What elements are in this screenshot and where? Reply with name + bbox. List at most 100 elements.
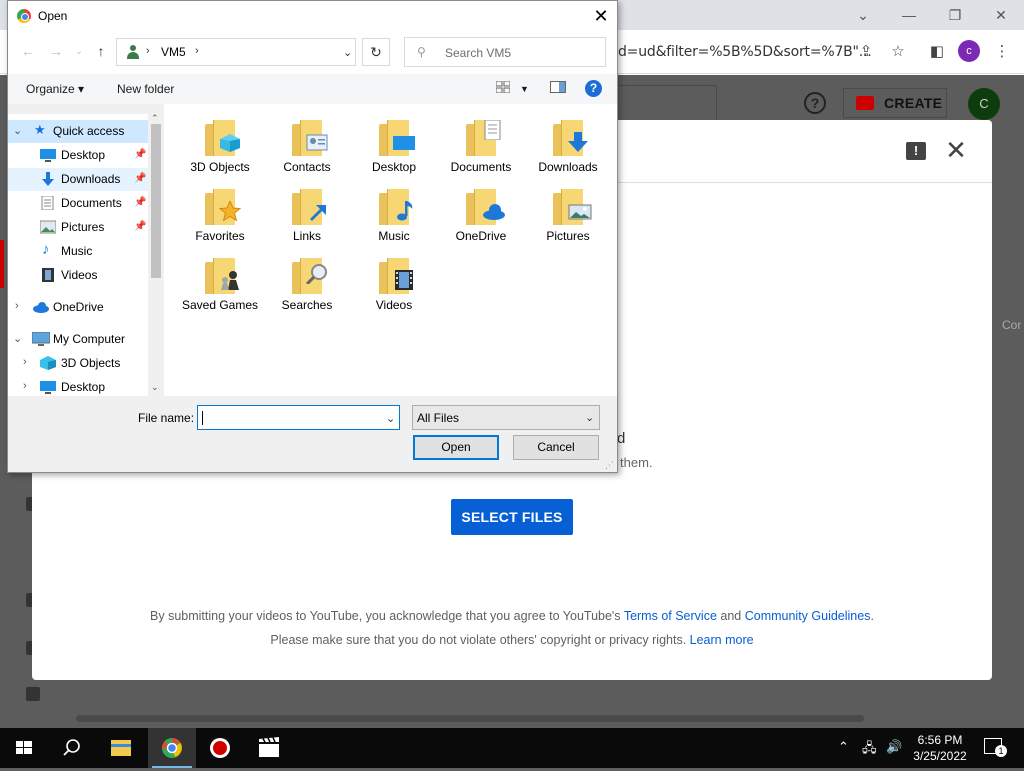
search-input[interactable]: ⚲ Search VM5 (404, 37, 606, 67)
dialog-close-icon[interactable]: ✕ (589, 5, 613, 27)
show-hidden-icons-chevron[interactable]: ⌃ (838, 739, 849, 755)
folder-item-downloads[interactable]: Downloads (526, 114, 610, 180)
profile-avatar[interactable]: c (958, 40, 980, 62)
expand-chevron-icon[interactable]: › (23, 380, 27, 392)
folder-item-music[interactable]: Music (352, 183, 436, 249)
recent-locations-chevron-icon[interactable]: ⌄ (70, 42, 88, 60)
clock-date: 3/25/2022 (913, 749, 967, 763)
learn-more-link[interactable]: Learn more (690, 633, 754, 647)
folder-item-3d-objects[interactable]: 3D Objects (178, 114, 262, 180)
breadcrumb-separator[interactable]: › (195, 45, 199, 57)
nav-item-downloads[interactable]: Downloads 📌 (8, 168, 148, 191)
cancel-button[interactable]: Cancel (513, 435, 599, 460)
search-icon (63, 739, 80, 756)
file-name-input[interactable]: ⌄ (197, 405, 400, 430)
folder-item-documents[interactable]: Documents (439, 114, 523, 180)
refresh-icon[interactable]: ↻ (362, 38, 390, 66)
view-dropdown-icon[interactable]: ▼ (520, 84, 529, 94)
folder-item-pictures[interactable]: Pictures (526, 183, 610, 249)
nav-item-label: 3D Objects (61, 356, 121, 370)
address-breadcrumb[interactable]: › VM5 › ⌄ (116, 38, 356, 66)
expand-chevron-icon[interactable]: › (23, 356, 27, 368)
nav-item-quick-access[interactable]: ⌄ ★ Quick access (8, 120, 148, 143)
yt-help-icon[interactable]: ? (804, 92, 826, 114)
chevron-down-icon[interactable]: ⌄ (386, 412, 395, 425)
folder-item-desktop[interactable]: Desktop (352, 114, 436, 180)
address-bar-url[interactable]: d=ud&filter=%5B%5D&sort=%7B"... (618, 44, 872, 60)
yt-create-button[interactable]: CREATE (843, 88, 947, 118)
preview-pane-icon[interactable] (550, 81, 566, 95)
window-close-icon[interactable]: ✕ (991, 5, 1011, 25)
expand-chevron-icon[interactable]: › (15, 300, 19, 312)
terms-of-service-link[interactable]: Terms of Service (624, 609, 717, 623)
scrollbar-thumb[interactable] (151, 124, 161, 278)
resize-grip-icon[interactable]: ⋰ (605, 460, 614, 471)
file-type-select[interactable]: All Files ⌄ (412, 405, 600, 430)
taskbar-recorder[interactable] (196, 728, 244, 768)
music-note-icon (397, 201, 413, 221)
yt-feedback-sidebar-icon[interactable] (26, 687, 40, 701)
feedback-icon[interactable]: ! (906, 142, 926, 160)
minimize-icon[interactable]: — (899, 5, 919, 25)
modal-close-icon[interactable]: ✕ (944, 137, 968, 163)
network-icon[interactable]: 🖧 (862, 739, 877, 761)
folder-item-videos[interactable]: Videos (352, 252, 436, 318)
volume-icon[interactable]: 🔊 (886, 739, 902, 755)
tab-search-icon[interactable]: ⌄ (853, 5, 873, 25)
open-button[interactable]: Open (413, 435, 499, 460)
yt-horizontal-scrollbar[interactable] (76, 715, 864, 722)
share-icon[interactable]: ⇪ (856, 42, 876, 62)
nav-item-my-computer[interactable]: ⌄ My Computer (8, 328, 148, 351)
back-arrow-icon[interactable]: ← (19, 42, 37, 60)
menu-kebab-icon[interactable]: ⋮ (992, 42, 1012, 62)
nav-item-onedrive[interactable]: › OneDrive (8, 296, 148, 319)
folder-item-searches[interactable]: Searches (265, 252, 349, 318)
yt-search-field[interactable] (612, 85, 717, 121)
scroll-down-icon[interactable]: ⌄ (151, 382, 159, 393)
collapse-chevron-icon[interactable]: ⌄ (13, 332, 22, 345)
restore-icon[interactable]: ❐ (945, 5, 965, 25)
organize-menu-button[interactable]: Organize ▾ (26, 82, 84, 96)
navigation-scrollbar[interactable]: ⌃ ⌄ (148, 114, 164, 396)
address-dropdown-icon[interactable]: ⌄ (343, 46, 352, 59)
notification-icon[interactable]: 1 (984, 738, 1007, 757)
folder-item-saved-games[interactable]: Saved Games (178, 252, 262, 332)
nav-item-music[interactable]: ♪ Music (8, 240, 148, 263)
file-name-label: File name: (138, 411, 195, 425)
film-icon (395, 270, 413, 290)
select-files-button[interactable]: SELECT FILES (451, 499, 573, 535)
new-folder-button[interactable]: New folder (117, 82, 174, 96)
taskbar-clock[interactable]: 6:56 PM 3/25/2022 (912, 732, 968, 764)
nav-item-documents[interactable]: Documents 📌 (8, 192, 148, 215)
folder-label: 3D Objects (190, 160, 250, 174)
view-options-icon[interactable] (495, 80, 512, 95)
nav-item-videos[interactable]: Videos (8, 264, 148, 287)
nav-item-3d-objects[interactable]: › 3D Objects (8, 352, 148, 375)
folder-item-contacts[interactable]: Contacts (265, 114, 349, 180)
up-arrow-icon[interactable]: ↑ (92, 42, 110, 60)
nav-item-pictures[interactable]: Pictures 📌 (8, 216, 148, 239)
folder-item-onedrive[interactable]: OneDrive (439, 183, 523, 249)
breadcrumb-location[interactable]: VM5 (161, 45, 186, 59)
bookmark-star-icon[interactable]: ☆ (888, 42, 908, 62)
folder-item-favorites[interactable]: Favorites (178, 183, 262, 249)
desktop-icon (393, 136, 415, 150)
folder-item-links[interactable]: Links (265, 183, 349, 249)
collapse-chevron-icon[interactable]: ⌄ (13, 124, 22, 137)
folder-icon (111, 740, 131, 756)
taskbar-search-button[interactable] (48, 728, 96, 768)
nav-item-desktop-pc[interactable]: › Desktop (8, 376, 148, 396)
dialog-titlebar[interactable]: Open ✕ (8, 1, 617, 32)
taskbar-chrome[interactable] (148, 728, 196, 768)
scroll-up-icon[interactable]: ⌃ (151, 114, 159, 124)
side-panel-icon[interactable]: ◧ (927, 42, 947, 62)
breadcrumb-separator[interactable]: › (146, 45, 150, 57)
start-button[interactable] (0, 728, 48, 768)
forward-arrow-icon[interactable]: → (47, 42, 65, 60)
nav-item-desktop[interactable]: Desktop 📌 (8, 144, 148, 167)
yt-channel-avatar[interactable]: C (968, 88, 1000, 120)
taskbar-file-explorer[interactable] (97, 728, 145, 768)
help-icon[interactable]: ? (585, 80, 602, 97)
taskbar-video-editor[interactable] (245, 728, 293, 768)
community-guidelines-link[interactable]: Community Guidelines (745, 609, 871, 623)
